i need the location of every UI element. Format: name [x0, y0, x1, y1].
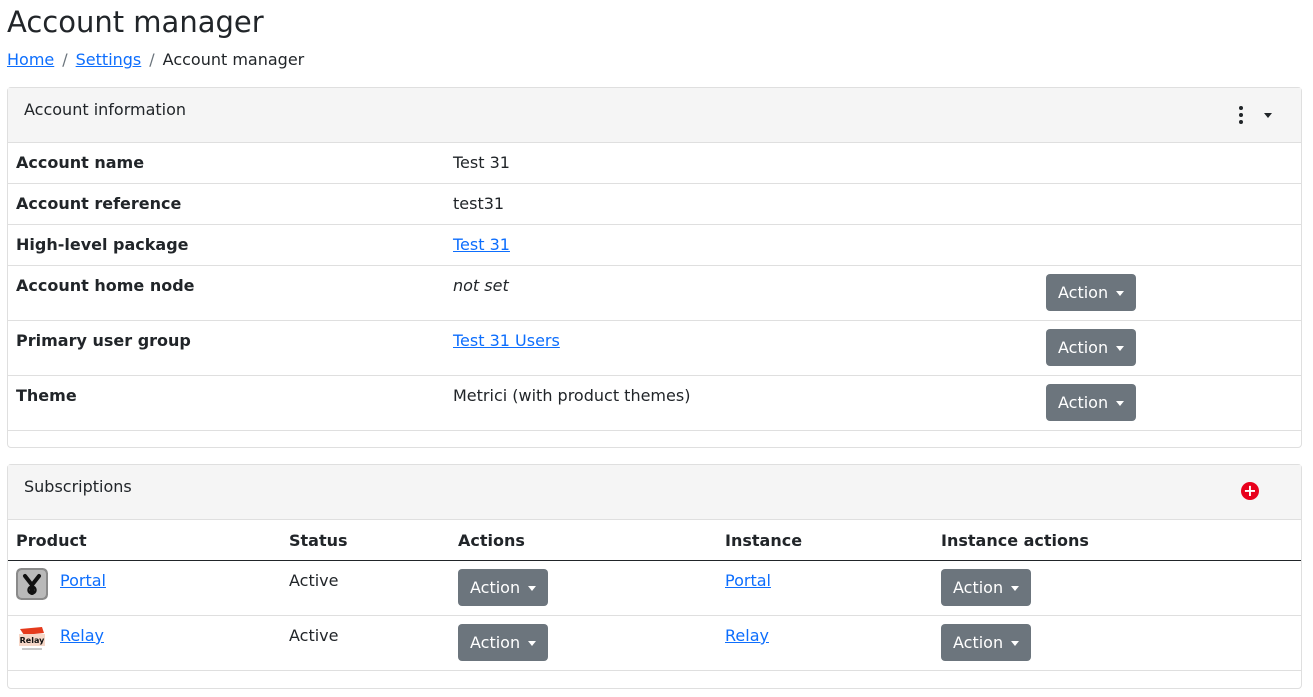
instance-cell: Relay [717, 615, 933, 671]
row-value: Test 31 [453, 235, 510, 255]
button-label: Action [1058, 393, 1109, 412]
column-header: Instance actions [933, 520, 1301, 561]
high-level-package-link[interactable]: Test 31 [453, 235, 510, 254]
instance-action-button[interactable]: Action [941, 624, 1032, 661]
info-row-high-level-package: High-level package Test 31 [8, 225, 1301, 266]
caret-down-icon [1011, 586, 1020, 591]
caret-down-icon [1011, 641, 1020, 646]
caret-down-icon [528, 586, 537, 591]
product-link[interactable]: Relay [60, 626, 104, 645]
page-title: Account manager [7, 5, 264, 39]
page: Account manager Home / Settings / Account ma… [0, 0, 1313, 697]
row-label: Primary user group [16, 331, 191, 350]
status-cell: Active [281, 615, 450, 671]
actions-cell: Action [450, 560, 717, 616]
row-value: Test 31 [453, 153, 510, 172]
breadcrumb-current: Account manager [162, 50, 305, 69]
instance-actions-cell: Action [933, 615, 1301, 671]
row-value: test31 [453, 194, 505, 213]
column-header: Product [8, 520, 281, 561]
caret-down-icon [1116, 346, 1125, 351]
breadcrumb-home-link[interactable]: Home [7, 50, 54, 69]
subscriptions-card: Subscriptions + Product Status Actions I… [7, 464, 1302, 689]
column-header: Actions [450, 520, 717, 561]
card-title: Subscriptions [24, 477, 132, 496]
row-value: Metrici (with product themes) [453, 386, 691, 405]
card-title: Account information [24, 100, 187, 119]
account-information-card: Account information Account name Test 31… [7, 87, 1302, 448]
caret-down-icon [528, 641, 537, 646]
breadcrumb-separator: / [149, 50, 155, 69]
info-row-account-reference: Account reference test31 [8, 184, 1301, 225]
home-node-action-button[interactable]: Action [1046, 274, 1137, 311]
button-label: Action [1058, 338, 1109, 357]
caret-down-icon [1116, 291, 1125, 296]
relay-logo-icon: Relay [16, 623, 48, 655]
info-row-theme: Theme Metrici (with product themes) Acti… [8, 376, 1301, 431]
actions-cell: Action [450, 615, 717, 671]
column-header: Instance [717, 520, 933, 561]
button-label: Action [470, 578, 521, 597]
row-label: Account reference [16, 194, 182, 213]
row-label: Theme [16, 386, 77, 405]
theme-action-button[interactable]: Action [1046, 384, 1137, 421]
table-row: Portal Active Action Portal Action [8, 560, 1301, 616]
caret-down-icon [1116, 401, 1125, 406]
more-options-icon[interactable] [1231, 105, 1251, 125]
button-label: Action [1058, 283, 1109, 302]
info-row-account-home-node: Account home node not set Action [8, 266, 1301, 321]
button-label: Action [470, 633, 521, 652]
table-row: Relay Relay Active Action Relay Action [8, 615, 1301, 671]
status-text: Active [289, 626, 339, 645]
row-label: Account name [16, 153, 145, 172]
row-label: High-level package [16, 235, 189, 254]
column-header: Status [281, 520, 450, 561]
row-label: Account home node [16, 276, 195, 295]
svg-text:Relay: Relay [20, 636, 45, 645]
card-header: Subscriptions + [8, 465, 1301, 520]
instance-actions-cell: Action [933, 560, 1301, 616]
card-header: Account information [8, 88, 1301, 143]
instance-link[interactable]: Relay [725, 626, 769, 645]
info-row-account-name: Account name Test 31 [8, 143, 1301, 184]
instance-link[interactable]: Portal [725, 571, 771, 590]
breadcrumb: Home / Settings / Account manager [7, 49, 304, 71]
product-link[interactable]: Portal [60, 571, 106, 590]
add-subscription-icon[interactable]: + [1241, 482, 1259, 500]
instance-cell: Portal [717, 560, 933, 616]
breadcrumb-settings-link[interactable]: Settings [76, 50, 142, 69]
status-text: Active [289, 571, 339, 590]
subscription-action-button[interactable]: Action [458, 569, 549, 606]
status-cell: Active [281, 560, 450, 616]
product-cell: Portal [8, 560, 281, 616]
primary-user-group-link[interactable]: Test 31 Users [453, 331, 560, 350]
breadcrumb-separator: / [62, 50, 68, 69]
portal-logo-icon [16, 568, 48, 600]
instance-action-button[interactable]: Action [941, 569, 1032, 606]
button-label: Action [953, 578, 1004, 597]
dropdown-caret-icon[interactable] [1264, 113, 1272, 118]
user-group-action-button[interactable]: Action [1046, 329, 1137, 366]
row-value: not set [453, 276, 509, 295]
subscription-action-button[interactable]: Action [458, 624, 549, 661]
row-value: Test 31 Users [453, 331, 560, 351]
table-header-row: Product Status Actions Instance Instance… [8, 520, 1301, 561]
button-label: Action [953, 633, 1004, 652]
product-cell: Relay Relay [8, 615, 281, 671]
subscriptions-table: Product Status Actions Instance Instance… [8, 520, 1301, 671]
info-row-primary-user-group: Primary user group Test 31 Users Action [8, 321, 1301, 376]
